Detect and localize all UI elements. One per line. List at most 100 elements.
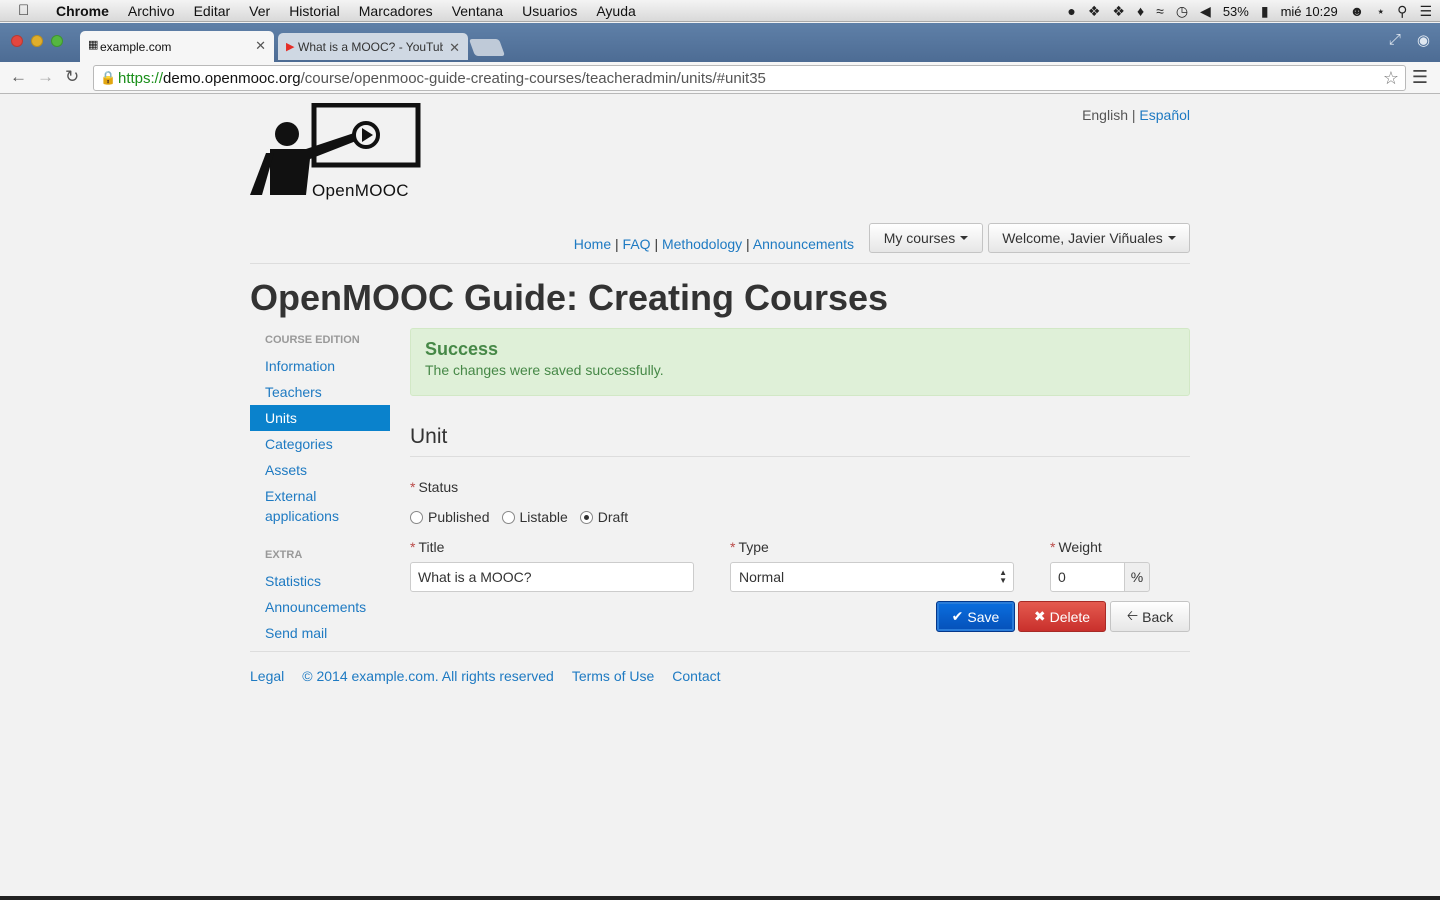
chrome-menu-icon[interactable]: ☰: [1412, 67, 1428, 88]
menu-archivo[interactable]: Archivo: [128, 3, 175, 19]
close-tab-icon[interactable]: ✕: [449, 40, 460, 56]
status-radio-draft[interactable]: Draft: [579, 509, 628, 525]
radio-button[interactable]: [410, 510, 423, 524]
favicon-icon: ▦: [88, 39, 99, 51]
dropbox-icon[interactable]: ❖: [1088, 3, 1101, 20]
address-bar[interactable]: 🔒 https:// demo.openmooc.org /course/ope…: [93, 65, 1406, 91]
reload-icon[interactable]: ↻: [65, 67, 79, 87]
type-select[interactable]: Normal ▲ ▼: [730, 562, 1014, 592]
time-machine-icon[interactable]: ◷: [1176, 3, 1188, 20]
logo-text: OpenMOOC: [312, 181, 409, 200]
lang-espanol[interactable]: Español: [1139, 107, 1190, 123]
openmooc-logo[interactable]: OpenMOOC: [250, 102, 422, 200]
radio-button[interactable]: [501, 510, 515, 524]
evernote-icon[interactable]: ♦: [1137, 3, 1144, 19]
status-area: ● ❖ ❖ ♦ ≈ ◷ ◀ 53% ▮ mié 10:29 ☻ ⋆ ⚲ ☰: [1067, 0, 1432, 22]
menu-marcadores[interactable]: Marcadores: [359, 3, 433, 19]
nav-separator: |: [654, 236, 659, 252]
back-button[interactable]: 🡠 Back: [1110, 601, 1190, 632]
sidebar-item-units[interactable]: Units: [250, 405, 390, 431]
app-menu-chrome[interactable]: Chrome: [56, 3, 109, 19]
header-divider: [250, 263, 1190, 264]
url-scheme: https://: [118, 69, 164, 87]
weight-label: * Weight: [1050, 539, 1102, 555]
check-icon: ✔: [951, 608, 964, 624]
user-icon[interactable]: ☻: [1350, 3, 1365, 19]
notification-icon[interactable]: ●: [1067, 3, 1075, 19]
list-icon[interactable]: ☰: [1419, 3, 1432, 20]
bookmark-star-icon[interactable]: ☆: [1383, 68, 1399, 89]
radio-label: Listable: [519, 509, 568, 525]
menu-editar[interactable]: Editar: [194, 3, 231, 19]
weight-input[interactable]: 0: [1050, 562, 1125, 592]
delete-button[interactable]: ✖ Delete: [1018, 601, 1106, 632]
nav-home[interactable]: Home: [574, 236, 611, 252]
nav-methodology[interactable]: Methodology: [662, 236, 742, 252]
browser-toolbar: ← → ↻ 🔒 https:// demo.openmooc.org /cour…: [0, 62, 1440, 94]
battery-percent[interactable]: 53%: [1223, 4, 1249, 19]
sidebar-item-teachers[interactable]: Teachers: [250, 379, 390, 405]
battery-icon[interactable]: ▮: [1261, 3, 1269, 20]
lock-icon[interactable]: 🔒: [100, 70, 116, 86]
footer-copyright[interactable]: © 2014 example.com. All rights reserved: [302, 668, 554, 684]
menu-ventana[interactable]: Ventana: [452, 3, 503, 19]
menu-historial[interactable]: Historial: [289, 3, 340, 19]
required-mark: *: [730, 539, 736, 555]
back-arrow-icon[interactable]: ←: [10, 67, 27, 87]
footer-contact[interactable]: Contact: [672, 668, 720, 684]
lang-english[interactable]: English: [1082, 107, 1128, 123]
unit-heading: Unit: [410, 425, 448, 448]
sidebar-item-send-mail[interactable]: Send mail: [250, 620, 390, 646]
new-tab-button[interactable]: [468, 39, 506, 56]
status-radio-listable[interactable]: Listable: [501, 509, 568, 525]
wifi-icon[interactable]: ≈: [1156, 3, 1164, 19]
status-radio-published[interactable]: Published: [410, 509, 490, 525]
url-path: /course/openmooc-guide-creating-courses/…: [300, 69, 766, 87]
minimize-window-button[interactable]: [31, 35, 43, 47]
menu-ver[interactable]: Ver: [249, 3, 270, 19]
zoom-window-button[interactable]: [51, 35, 63, 47]
sidebar-item-categories[interactable]: Categories: [250, 431, 390, 457]
weight-label-text: Weight: [1058, 539, 1102, 555]
sidebar-item-announcements[interactable]: Announcements: [250, 594, 390, 620]
menu-ayuda[interactable]: Ayuda: [596, 3, 635, 19]
title-input[interactable]: What is a MOOC?: [410, 562, 694, 592]
os-menubar:  Chrome Archivo Editar Ver Historial Ma…: [0, 0, 1440, 22]
save-label: Save: [967, 608, 1000, 625]
close-tab-icon[interactable]: ✕: [255, 38, 266, 54]
required-mark: *: [410, 539, 416, 555]
footer-terms[interactable]: Terms of Use: [572, 668, 654, 684]
user-menu-dropdown[interactable]: Welcome, Javier Viñuales: [988, 223, 1190, 253]
fullscreen-icon[interactable]: ⤢: [1389, 31, 1401, 49]
radio-button-selected[interactable]: [579, 510, 593, 524]
sidebar-item-information[interactable]: Information: [250, 353, 390, 379]
sidebar-item-statistics[interactable]: Statistics: [250, 568, 390, 594]
type-label-text: Type: [738, 539, 769, 555]
success-alert: Success The changes were saved successfu…: [410, 328, 1190, 396]
caret-down-icon: [960, 236, 969, 240]
bluetooth-icon[interactable]: ⋆: [1376, 3, 1385, 20]
sidebar-item-assets[interactable]: Assets: [250, 457, 390, 483]
close-window-button[interactable]: [11, 35, 23, 47]
nav-announcements[interactable]: Announcements: [753, 236, 854, 252]
volume-icon[interactable]: ◀: [1200, 3, 1211, 20]
arrow-left-icon: 🡠: [1126, 606, 1139, 623]
caret-down-icon: [1167, 236, 1176, 240]
back-label: Back: [1142, 608, 1174, 625]
my-courses-dropdown[interactable]: My courses: [869, 223, 983, 253]
main-container: English | Español OpenMOOC Home | FAQ | …: [250, 95, 1190, 896]
spotlight-icon[interactable]: ⚲: [1397, 3, 1407, 20]
menu-usuarios[interactable]: Usuarios: [522, 3, 577, 19]
save-button[interactable]: ✔ Save: [936, 601, 1015, 632]
footer-legal[interactable]: Legal: [250, 668, 284, 684]
nav-faq[interactable]: FAQ: [623, 236, 651, 252]
clock[interactable]: mié 10:29: [1281, 4, 1338, 19]
apple-icon[interactable]: : [18, 2, 38, 19]
type-selected-value: Normal: [739, 569, 785, 585]
sync-icon[interactable]: ❖: [1112, 3, 1125, 20]
forward-arrow-icon[interactable]: →: [37, 67, 54, 87]
tab-youtube[interactable]: ▶ What is a MOOC? - YouTube ✕: [278, 33, 468, 60]
tab-example[interactable]: ▦ example.com ✕: [80, 31, 274, 62]
sidebar-section-course-edition: COURSE EDITION: [265, 334, 360, 346]
sidebar-item-external-applications[interactable]: External applications: [250, 483, 360, 529]
